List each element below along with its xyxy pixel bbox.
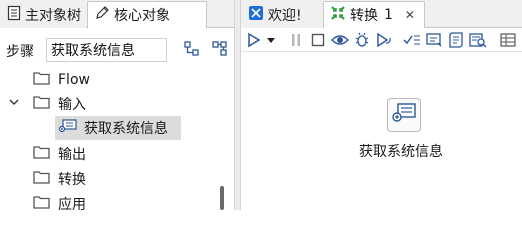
tree-item-label: Flow — [58, 72, 90, 88]
tree-item-output[interactable]: 输出 — [33, 142, 86, 166]
system-info-icon — [391, 101, 417, 129]
step-tools — [184, 41, 228, 61]
editor-tabbar: 欢迎! 转换 1 ✕ — [241, 0, 522, 29]
step-node-get-system-info[interactable] — [387, 98, 421, 132]
tree-scrollbar-thumb[interactable] — [220, 186, 224, 210]
folder-icon — [33, 170, 50, 188]
tree-item-label: 输入 — [58, 97, 86, 113]
run-icon[interactable] — [245, 31, 263, 49]
folder-icon — [33, 95, 50, 113]
step-search-input[interactable] — [46, 38, 167, 62]
preview-icon[interactable] — [331, 31, 349, 49]
pause-icon[interactable] — [287, 31, 305, 49]
explore-db-icon[interactable] — [469, 31, 487, 49]
transform-icon — [330, 5, 346, 25]
tab-label: 核心对象 — [114, 8, 170, 24]
tree-item-transform[interactable]: 转换 — [33, 167, 86, 191]
folder-icon — [33, 71, 50, 89]
left-panel: 主对象树 核心对象 步骤 Flow — [0, 0, 234, 213]
tree-item-input[interactable]: 输入 — [8, 92, 86, 116]
steps-tree: Flow 输入 获取系统信息 输出 转换 应用 — [0, 66, 222, 213]
transform-canvas[interactable]: 获取系统信息 — [241, 52, 522, 210]
step-label: 步骤 — [6, 44, 34, 60]
tree-item-flow[interactable]: Flow — [33, 68, 90, 92]
tree-item-application[interactable]: 应用 — [33, 192, 86, 216]
tree-item-label: 应用 — [58, 197, 86, 213]
transform-toolbar — [241, 28, 522, 52]
chevron-down-icon[interactable] — [8, 96, 20, 112]
tab-main-object-tree[interactable]: 主对象树 — [0, 2, 86, 28]
grid-icon[interactable] — [499, 31, 517, 49]
folder-icon — [33, 195, 50, 213]
right-panel: 欢迎! 转换 1 ✕ 获取系统信息 — [241, 0, 522, 210]
verify-icon[interactable] — [403, 31, 421, 49]
tab-label: 主对象树 — [25, 8, 81, 24]
welcome-icon — [248, 5, 264, 25]
tab-number: 1 — [384, 7, 393, 23]
tab-welcome[interactable]: 欢迎! — [241, 2, 323, 28]
list-icon — [7, 5, 21, 25]
step-search-bar: 步骤 — [0, 36, 234, 64]
folder-icon — [33, 145, 50, 163]
tab-transform-1[interactable]: 转换 1 ✕ — [323, 1, 425, 29]
expand-all-icon[interactable] — [184, 41, 200, 61]
collapse-all-icon[interactable] — [212, 41, 228, 61]
debug-icon[interactable] — [353, 31, 371, 49]
close-icon[interactable]: ✕ — [405, 8, 415, 22]
tree-item-label: 转换 — [58, 172, 86, 188]
tree-item-label: 输出 — [58, 147, 86, 163]
tree-item-get-system-info[interactable]: 获取系统信息 — [55, 116, 181, 140]
run-dropdown-icon[interactable] — [265, 31, 277, 49]
stop-icon[interactable] — [309, 31, 327, 49]
pencil-icon — [94, 5, 110, 25]
tree-item-label: 获取系统信息 — [84, 121, 168, 137]
left-tabbar: 主对象树 核心对象 — [0, 0, 234, 29]
system-info-icon — [58, 118, 78, 138]
pane-splitter[interactable] — [234, 0, 241, 210]
impact-icon[interactable] — [425, 31, 443, 49]
tab-core-objects[interactable]: 核心对象 — [87, 1, 207, 29]
tab-label: 欢迎! — [268, 8, 302, 24]
tab-label: 转换 — [350, 8, 378, 24]
sql-icon[interactable] — [447, 31, 465, 49]
replay-icon[interactable] — [375, 31, 393, 49]
step-node-label: 获取系统信息 — [359, 144, 443, 160]
